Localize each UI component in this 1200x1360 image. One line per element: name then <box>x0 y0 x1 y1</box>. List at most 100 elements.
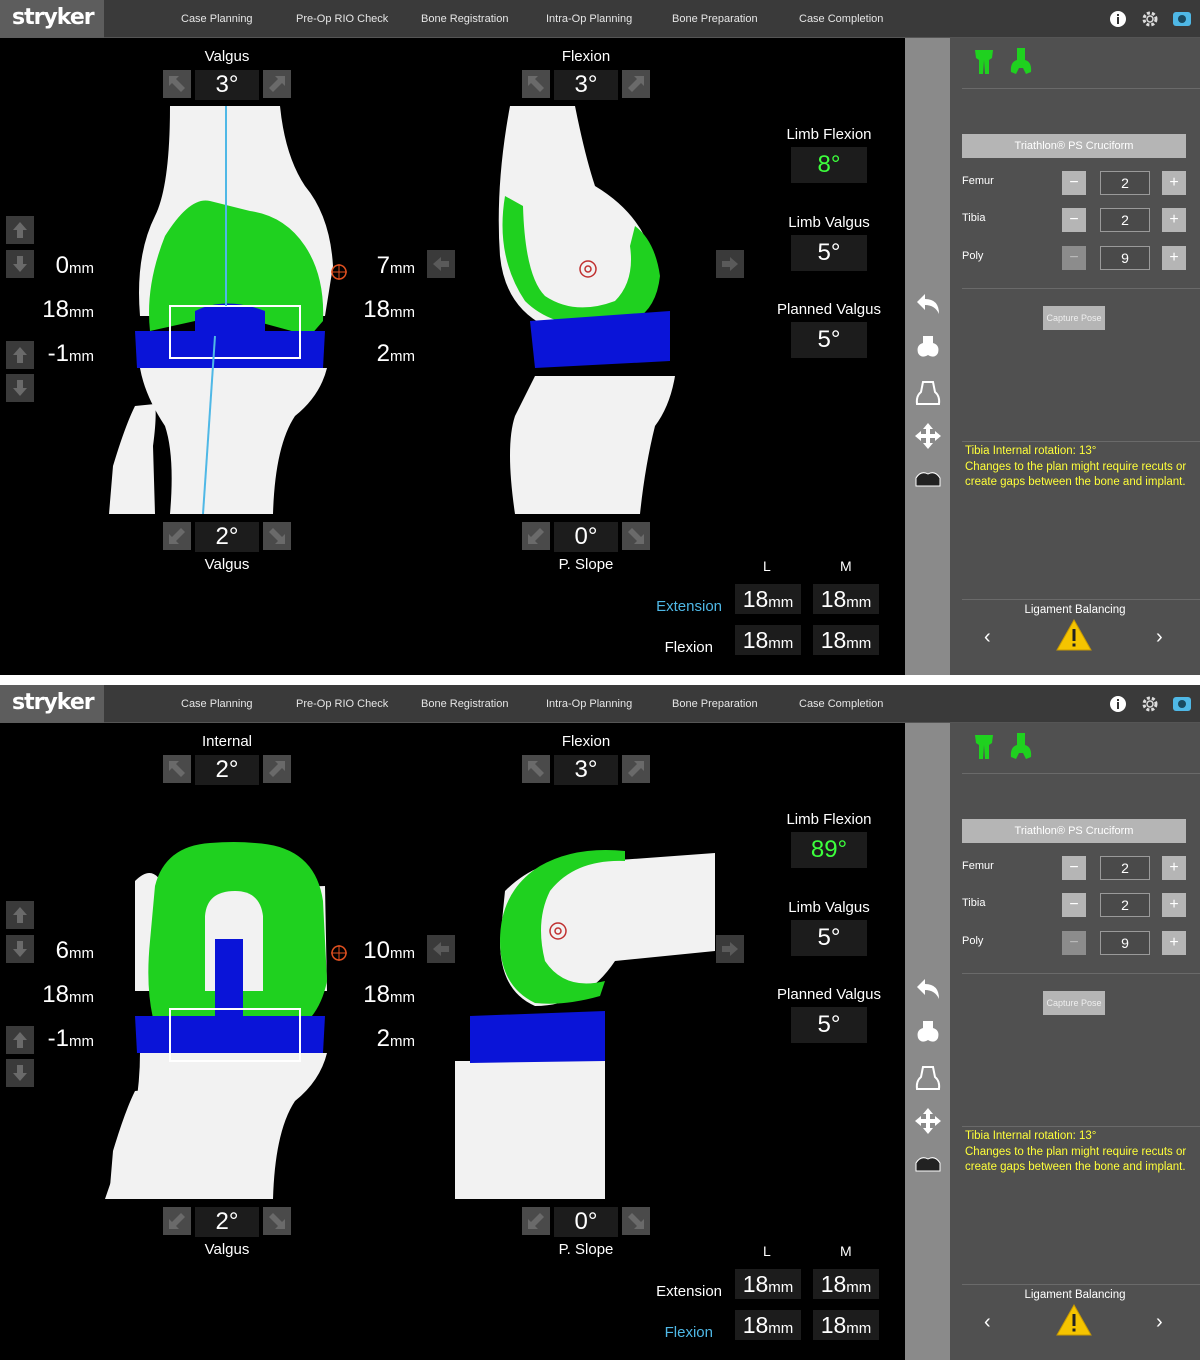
nav-item[interactable]: Pre-Op RIO Check <box>296 0 388 38</box>
coronal-bottom-control-value: 2° <box>195 522 259 552</box>
camera-icon[interactable] <box>1172 9 1192 29</box>
prev-arrow-icon[interactable]: ‹ <box>984 626 991 649</box>
arrow-left-icon[interactable] <box>427 250 455 278</box>
decrement-button[interactable]: − <box>1062 893 1086 917</box>
arrow-up-icon[interactable] <box>6 1026 34 1054</box>
arrow-down-icon[interactable] <box>6 374 34 402</box>
size-value[interactable]: 9 <box>1100 246 1150 270</box>
tibia-implant-icon[interactable] <box>1008 731 1034 763</box>
camera-icon[interactable] <box>1172 694 1192 714</box>
arrow-up-icon[interactable] <box>6 901 34 929</box>
arrow-left-icon[interactable] <box>427 935 455 963</box>
rotate-right-arrow-icon[interactable] <box>622 755 650 783</box>
rotate-left-arrow-icon[interactable] <box>163 70 191 98</box>
size-value[interactable]: 2 <box>1100 208 1150 232</box>
nav-item[interactable]: Case Planning <box>181 685 253 723</box>
coronal-knee-view[interactable] <box>95 106 355 515</box>
rotate-left-arrow-icon[interactable] <box>522 70 550 98</box>
nav-item[interactable]: Bone Registration <box>421 0 508 38</box>
arrow-up-icon[interactable] <box>6 216 34 244</box>
nav-item[interactable]: Intra-Op Planning <box>546 685 632 723</box>
rotate-left-arrow-icon[interactable] <box>163 522 191 550</box>
rotate-right-arrow-icon[interactable] <box>622 522 650 550</box>
limb-flexion-label: Limb Flexion <box>786 811 872 828</box>
poly-icon[interactable] <box>913 1149 943 1179</box>
femur-view-icon[interactable] <box>913 333 943 363</box>
left-gap-label: 18mm <box>34 296 94 324</box>
size-value[interactable]: 2 <box>1100 171 1150 195</box>
rotate-right-arrow-icon[interactable] <box>622 1207 650 1235</box>
undo-icon[interactable] <box>913 290 943 320</box>
decrement-button[interactable]: − <box>1062 246 1086 270</box>
size-value[interactable]: 2 <box>1100 856 1150 880</box>
increment-button[interactable]: + <box>1162 931 1186 955</box>
rotate-right-arrow-icon[interactable] <box>263 755 291 783</box>
info-icon[interactable] <box>1108 694 1128 714</box>
increment-button[interactable]: + <box>1162 208 1186 232</box>
arrow-down-icon[interactable] <box>6 1059 34 1087</box>
extension-lateral-gap-number: 18 <box>742 1271 769 1297</box>
arrow-right-icon[interactable] <box>716 935 744 963</box>
prev-arrow-icon[interactable]: ‹ <box>984 1311 991 1334</box>
nav-item[interactable]: Bone Registration <box>421 685 508 723</box>
gear-icon[interactable] <box>1140 694 1160 714</box>
viewport: Valgus 3° Flexion 3° 2° Valgus 0° P. Slope 0mm 7m… <box>0 38 905 675</box>
increment-button[interactable]: + <box>1162 171 1186 195</box>
gear-icon[interactable] <box>1140 9 1160 29</box>
tibia-view-icon[interactable] <box>913 378 943 408</box>
rotate-left-arrow-icon[interactable] <box>522 1207 550 1235</box>
femur-view-icon[interactable] <box>913 1018 943 1048</box>
increment-button[interactable]: + <box>1162 856 1186 880</box>
info-icon[interactable] <box>1108 9 1128 29</box>
implant-selector[interactable]: Triathlon® PS Cruciform <box>962 134 1186 158</box>
flexion-row-label[interactable]: Flexion <box>623 639 713 656</box>
move-icon[interactable] <box>913 1106 943 1136</box>
rotate-left-arrow-icon[interactable] <box>163 755 191 783</box>
tibia-view-icon[interactable] <box>913 1063 943 1093</box>
sagittal-knee-view[interactable] <box>445 791 725 1199</box>
rotate-left-arrow-icon[interactable] <box>163 1207 191 1235</box>
nav-item[interactable]: Bone Preparation <box>672 685 758 723</box>
increment-button[interactable]: + <box>1162 246 1186 270</box>
arrow-up-icon[interactable] <box>6 341 34 369</box>
nav-item[interactable]: Case Planning <box>181 0 253 38</box>
increment-button[interactable]: + <box>1162 893 1186 917</box>
capture-pose-button[interactable]: Capture Pose <box>1043 306 1105 330</box>
nav-item[interactable]: Case Completion <box>799 685 883 723</box>
flexion-row-label[interactable]: Flexion <box>623 1324 713 1341</box>
nav-item[interactable]: Bone Preparation <box>672 0 758 38</box>
nav-item[interactable]: Intra-Op Planning <box>546 0 632 38</box>
decrement-button[interactable]: − <box>1062 931 1086 955</box>
coronal-knee-view[interactable] <box>95 791 355 1199</box>
arrow-down-icon[interactable] <box>6 935 34 963</box>
size-label: Femur <box>962 175 994 187</box>
decrement-button[interactable]: − <box>1062 171 1086 195</box>
extension-row-label[interactable]: Extension <box>632 1283 722 1300</box>
next-arrow-icon[interactable]: › <box>1156 626 1163 649</box>
rotate-left-arrow-icon[interactable] <box>522 755 550 783</box>
undo-icon[interactable] <box>913 975 943 1005</box>
decrement-button[interactable]: − <box>1062 856 1086 880</box>
arrow-right-icon[interactable] <box>716 250 744 278</box>
femur-implant-icon[interactable] <box>972 46 996 78</box>
rotate-right-arrow-icon[interactable] <box>263 522 291 550</box>
femur-implant-icon[interactable] <box>972 731 996 763</box>
sagittal-knee-view[interactable] <box>445 106 725 514</box>
size-value[interactable]: 9 <box>1100 931 1150 955</box>
rotate-right-arrow-icon[interactable] <box>622 70 650 98</box>
rotate-right-arrow-icon[interactable] <box>263 1207 291 1235</box>
move-icon[interactable] <box>913 421 943 451</box>
size-value[interactable]: 2 <box>1100 893 1150 917</box>
extension-row-label[interactable]: Extension <box>632 598 722 615</box>
nav-item[interactable]: Pre-Op RIO Check <box>296 685 388 723</box>
capture-pose-button[interactable]: Capture Pose <box>1043 991 1105 1015</box>
nav-item[interactable]: Case Completion <box>799 0 883 38</box>
arrow-down-icon[interactable] <box>6 250 34 278</box>
rotate-left-arrow-icon[interactable] <box>522 522 550 550</box>
implant-selector[interactable]: Triathlon® PS Cruciform <box>962 819 1186 843</box>
tibia-implant-icon[interactable] <box>1008 46 1034 78</box>
decrement-button[interactable]: − <box>1062 208 1086 232</box>
poly-icon[interactable] <box>913 464 943 494</box>
next-arrow-icon[interactable]: › <box>1156 1311 1163 1334</box>
rotate-right-arrow-icon[interactable] <box>263 70 291 98</box>
